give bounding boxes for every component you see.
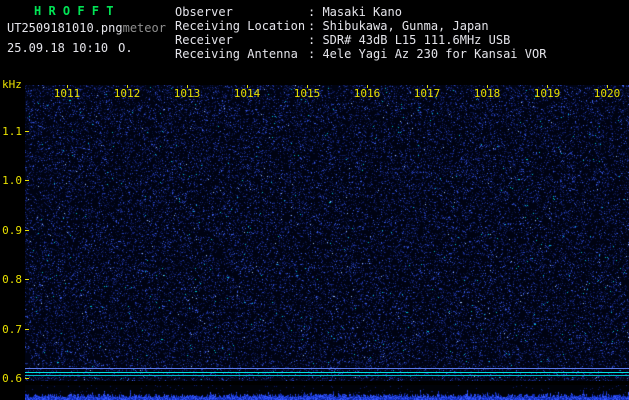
metadata-row-0: Observer: Masaki Kano [175,5,546,19]
metadata-separator: : [308,47,323,61]
file-line: UT2509181010.pngmeteor [7,21,166,35]
signal-level-canvas [25,385,629,400]
metadata-value: Shibukawa, Gunma, Japan [322,19,489,33]
metadata-label: Receiving Location [175,19,306,33]
y-tick-mark [25,230,29,231]
metadata-row-1: Receiving Location: Shibukawa, Gunma, Ja… [175,19,546,33]
metadata-value: 4ele Yagi Az 230 for Kansai VOR [322,47,547,61]
metadata-separator: : [308,5,323,19]
y-tick-label: 0.8 [2,273,22,287]
y-tick-label: 0.6 [2,372,22,385]
spectrogram-plot: 1011 1012 1013 1014 1015 1016 1017 1018 1019 1020 [25,85,629,381]
x-tick-label: 1017 [413,87,441,100]
metadata-separator: : [308,19,323,33]
x-tick-label: 1011 [53,87,81,100]
time-line: 25.09.18 10:10 O. [7,41,133,55]
y-tick-label: 1.1 [2,125,22,138]
y-axis: kHz 1.1 1.0 0.9 0.8 0.7 0.6 [0,78,25,385]
x-tick-label: 1013 [173,87,201,100]
metadata-label: Receiving Antenna [175,47,298,61]
metadata-block: Observer: Masaki Kano Receiving Location:… [175,5,546,61]
x-tick-label: 1019 [533,87,561,100]
y-tick-mark [25,378,29,379]
metadata-value: SDR# 43dB L15 111.6MHz USB [322,33,511,47]
metadata-value: Masaki Kano [322,5,402,19]
x-tick-label: 1020 [593,87,621,100]
metadata-row-3: Receiving Antenna: 4ele Yagi Az 230 for … [175,47,546,61]
signal-level-strip [25,385,629,400]
station-mode-label: meteor [122,21,166,35]
carrier-line [25,368,629,370]
output-filename: UT2509181010.png [7,21,123,35]
y-tick-label: 1.0 [2,174,22,188]
metadata-separator: : [308,33,323,47]
y-tick-mark [25,131,29,132]
hrofft-app: H R O F F T UT2509181010.pngmeteor 25.09… [0,0,629,400]
metadata-row-2: Receiver: SDR# 43dB L15 111.6MHz USB [175,33,546,47]
y-tick-mark [25,279,29,280]
carrier-line [25,375,629,376]
timestamp: 25.09.18 10:10 [7,41,109,55]
metadata-label: Observer [175,5,233,19]
x-tick-label: 1014 [233,87,261,100]
metadata-label: Receiver [175,33,233,47]
y-tick-mark [25,329,29,330]
x-tick-label: 1018 [473,87,501,100]
y-tick-mark [25,180,29,181]
carrier-line [25,371,629,373]
x-tick-label: 1016 [353,87,381,100]
status-indicator: O. [118,41,133,55]
spectrogram-canvas [25,85,629,381]
y-axis-unit: kHz [2,78,22,91]
y-tick-label: 0.9 [2,223,22,237]
y-tick-label: 0.7 [2,322,22,336]
x-tick-label: 1012 [113,87,141,100]
x-tick-label: 1015 [293,87,321,100]
app-title: H R O F F T [34,4,114,18]
